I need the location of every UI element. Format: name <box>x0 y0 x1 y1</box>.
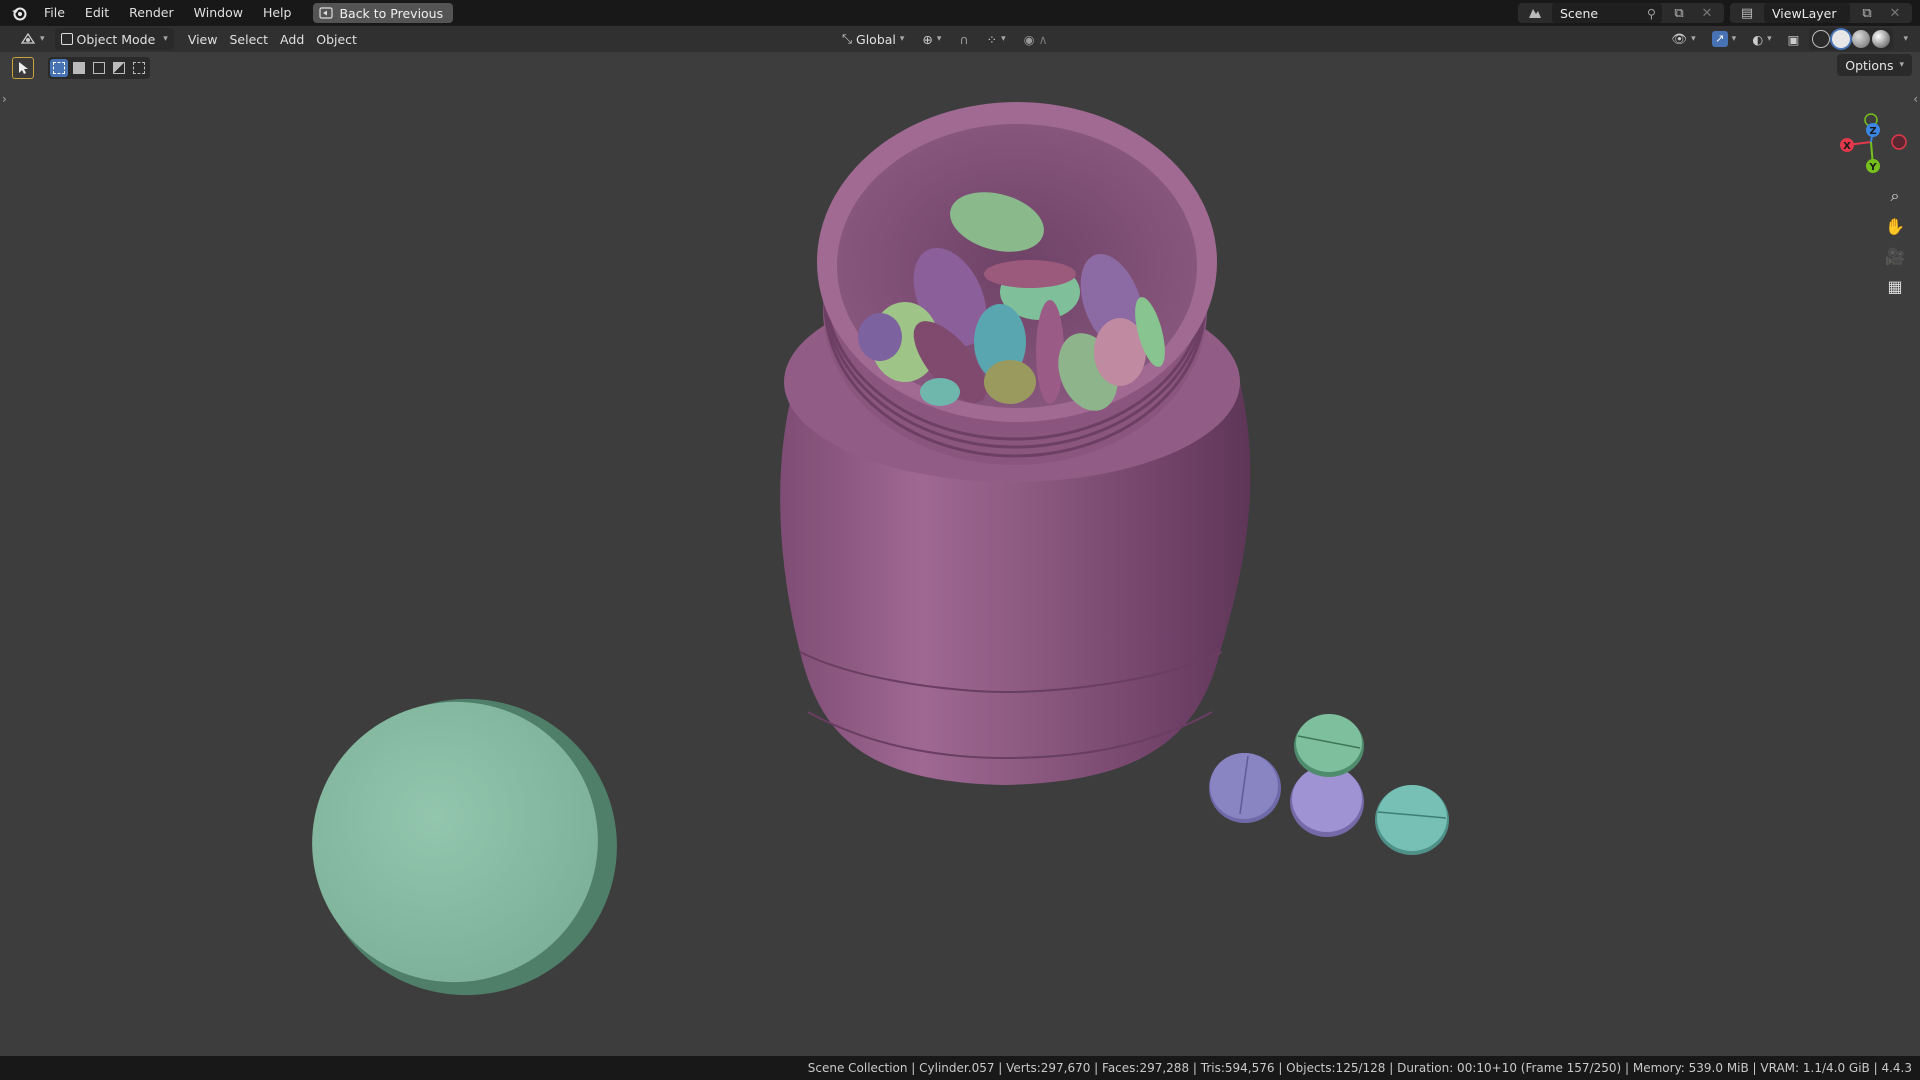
3d-viewport[interactable]: Options ▾ › ‹ X Z Y ⌕ ✋ 🎥 ▦ <box>0 52 1920 1056</box>
menu-edit[interactable]: Edit <box>75 0 119 26</box>
object-mode-dropdown[interactable]: Object Mode ▾ <box>54 28 174 50</box>
menu-add[interactable]: Add <box>274 28 310 50</box>
pivot-point-dropdown[interactable]: ⊕ ▾ <box>916 28 947 50</box>
gizmo-y-label: Y <box>1868 162 1877 173</box>
menu-help[interactable]: Help <box>253 0 302 26</box>
back-icon <box>319 7 334 19</box>
shading-mode-group <box>1809 28 1894 50</box>
shading-options-dropdown[interactable]: ▾ <box>1897 28 1914 50</box>
chevron-down-icon: ▾ <box>1767 34 1772 44</box>
view-layer-selector: ▤ ViewLayer ⧉ ✕ <box>1730 3 1912 23</box>
menu-object[interactable]: Object <box>310 28 363 50</box>
chevron-down-icon: ▾ <box>1691 34 1696 44</box>
xray-icon: ▣ <box>1787 31 1800 47</box>
menu-file[interactable]: File <box>34 0 75 26</box>
top-menu-bar: File Edit Render Window Help Back to Pre… <box>0 0 1920 26</box>
gizmo-z-label: Z <box>1869 126 1876 137</box>
visibility-dropdown[interactable]: 👁 ▾ <box>1665 28 1701 50</box>
pivot-icon: ⊕ <box>922 31 933 47</box>
scene-name: Scene <box>1560 5 1599 21</box>
chevron-down-icon: ▾ <box>163 34 168 44</box>
gizmo-icon: ↗ <box>1711 31 1728 47</box>
menu-select[interactable]: Select <box>223 28 274 50</box>
chevron-down-icon: ▾ <box>936 34 942 44</box>
scene-selector: Scene ⚲ ⧉ ✕ <box>1518 3 1724 23</box>
gizmo-toggle[interactable]: ↗ ▾ <box>1706 28 1743 50</box>
pan-hand-icon[interactable]: ✋ <box>1881 212 1909 240</box>
overlays-toggle[interactable]: ◐ ▾ <box>1746 28 1777 50</box>
transform-orientation-dropdown[interactable]: ⤡ Global ▾ <box>836 28 910 50</box>
blender-logo-icon[interactable] <box>8 0 30 26</box>
status-info: Scene Collection | Cylinder.057 | Verts:… <box>807 1061 1912 1075</box>
object-mode-label: Object Mode <box>76 31 156 47</box>
transform-orientation-label: Global <box>856 31 896 47</box>
wireframe-shading-icon[interactable] <box>1812 30 1831 48</box>
viewport-editor-icon <box>20 32 36 44</box>
magnet-icon: ∩ <box>959 31 969 47</box>
overlays-icon: ◐ <box>1752 31 1764 47</box>
chevron-down-icon: ▾ <box>1903 34 1908 44</box>
view-layer-icon[interactable]: ▤ <box>1736 3 1758 23</box>
loose-pills <box>1209 714 1449 855</box>
back-button-label: Back to Previous <box>339 5 444 21</box>
menu-window[interactable]: Window <box>184 0 253 26</box>
viewport-shading-controls: 👁 ▾ ↗ ▾ ◐ ▾ ▣ ▾ <box>1665 26 1914 52</box>
chevron-down-icon: ▾ <box>1731 34 1737 44</box>
chevron-down-icon: ▾ <box>1001 34 1006 44</box>
scene-icon[interactable] <box>1524 3 1546 23</box>
snap-grid-icon: ⁘ <box>986 31 998 47</box>
solid-shading-icon[interactable] <box>1832 30 1851 48</box>
navigation-gizmo[interactable]: X Z Y <box>1824 90 1914 180</box>
xray-toggle[interactable]: ▣ <box>1782 28 1806 50</box>
object-mode-icon <box>60 33 73 45</box>
chevron-down-icon: ▾ <box>40 34 45 44</box>
view-layer-name: ViewLayer <box>1772 5 1837 21</box>
falloff-icon: ∧ <box>1038 31 1048 47</box>
delete-view-layer-icon[interactable]: ✕ <box>1884 3 1906 23</box>
orientation-icon: ⤡ <box>842 31 853 46</box>
material-shading-icon[interactable] <box>1852 30 1871 48</box>
eye-icon: 👁 <box>1671 31 1688 46</box>
bottle-lid <box>312 698 617 996</box>
transform-controls: ⤡ Global ▾ ⊕ ▾ ∩ ⁘ ▾ ◉ ∧ <box>836 26 1054 52</box>
status-bar: Scene Collection | Cylinder.057 | Verts:… <box>0 1056 1920 1080</box>
view-layer-field[interactable]: ViewLayer <box>1764 3 1850 23</box>
proportional-edit-toggle[interactable]: ◉ ∧ <box>1018 28 1054 50</box>
back-to-previous-button[interactable]: Back to Previous <box>313 3 454 23</box>
pill-bottle <box>780 102 1251 785</box>
scene-name-field[interactable]: Scene ⚲ <box>1552 3 1662 23</box>
proportional-edit-icon: ◉ <box>1023 31 1035 47</box>
menu-render[interactable]: Render <box>119 0 184 26</box>
viewport-header: ▾ Object Mode ▾ View Select Add Object ⤡… <box>0 26 1920 52</box>
new-scene-icon[interactable]: ⧉ <box>1668 3 1690 23</box>
camera-view-icon[interactable]: 🎥 <box>1881 242 1909 270</box>
zoom-icon[interactable]: ⌕ <box>1881 182 1909 210</box>
rendered-shading-icon[interactable] <box>1872 30 1891 48</box>
top-right-controls: Scene ⚲ ⧉ ✕ ▤ ViewLayer ⧉ ✕ <box>1518 0 1912 26</box>
perspective-toggle-icon[interactable]: ▦ <box>1881 272 1909 300</box>
delete-scene-icon[interactable]: ✕ <box>1696 3 1718 23</box>
scene-render <box>312 102 1449 996</box>
new-view-layer-icon[interactable]: ⧉ <box>1856 3 1878 23</box>
editor-type-dropdown[interactable]: ▾ <box>14 28 51 50</box>
snap-toggle[interactable]: ∩ <box>953 28 974 50</box>
chevron-down-icon: ▾ <box>899 34 905 44</box>
pin-icon[interactable]: ⚲ <box>1647 6 1656 21</box>
gizmo-x-label: X <box>1843 141 1851 152</box>
menu-view[interactable]: View <box>182 28 224 50</box>
snap-target-dropdown[interactable]: ⁘ ▾ <box>981 28 1012 50</box>
